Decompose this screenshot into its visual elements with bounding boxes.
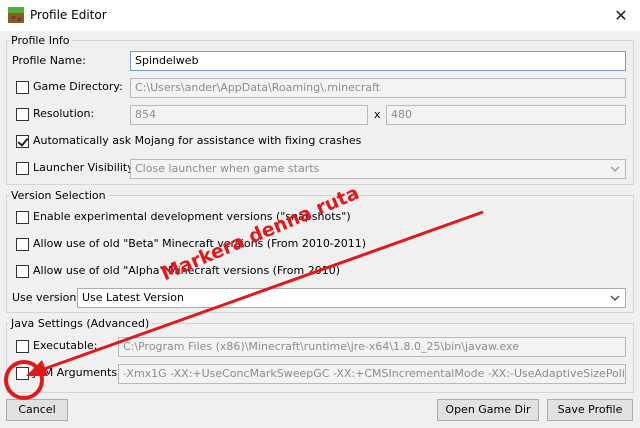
jvm-arguments-checkbox[interactable] bbox=[16, 367, 29, 380]
profile-name-input[interactable]: Spindelweb bbox=[130, 51, 626, 71]
window-title: Profile Editor bbox=[30, 8, 107, 22]
title-bar: Profile Editor ✕ bbox=[0, 0, 640, 31]
use-version-label: Use version: bbox=[12, 291, 81, 304]
open-game-dir-button[interactable]: Open Game Dir bbox=[437, 399, 539, 421]
launcher-visibility-select[interactable]: Close launcher when game starts bbox=[130, 159, 626, 179]
executable-label: Executable: bbox=[33, 339, 98, 352]
executable-input[interactable]: C:\Program Files (x86)\Minecraft\runtime… bbox=[118, 337, 626, 357]
auto-ask-mojang-label: Automatically ask Mojang for assistance … bbox=[33, 134, 362, 147]
use-version-value: Use Latest Version bbox=[82, 291, 184, 304]
minecraft-grass-block-icon bbox=[8, 7, 24, 23]
close-icon[interactable]: ✕ bbox=[608, 5, 634, 27]
chevron-down-icon bbox=[609, 163, 621, 175]
game-directory-input[interactable]: C:\Users\ander\AppData\Roaming\.minecraf… bbox=[130, 78, 626, 98]
resolution-height-input[interactable]: 480 bbox=[386, 105, 626, 125]
resolution-checkbox[interactable] bbox=[16, 108, 29, 121]
use-version-select[interactable]: Use Latest Version bbox=[77, 288, 626, 308]
game-directory-label: Game Directory: bbox=[33, 80, 123, 93]
resolution-label: Resolution: bbox=[33, 107, 95, 120]
profile-info-legend: Profile Info bbox=[11, 34, 70, 47]
jvm-arguments-label: JVM Arguments: bbox=[33, 366, 121, 379]
jvm-arguments-input[interactable]: -Xmx1G -XX:+UseConcMarkSweepGC -XX:+CMSI… bbox=[118, 364, 626, 384]
resolution-x-label: x bbox=[374, 108, 381, 121]
launcher-visibility-checkbox[interactable] bbox=[16, 162, 29, 175]
alpha-versions-checkbox[interactable] bbox=[16, 265, 29, 278]
beta-versions-checkbox[interactable] bbox=[16, 238, 29, 251]
launcher-visibility-label: Launcher Visibility: bbox=[33, 161, 137, 174]
profile-name-label: Profile Name: bbox=[12, 54, 86, 67]
cancel-button[interactable]: Cancel bbox=[6, 399, 68, 421]
snapshots-checkbox[interactable] bbox=[16, 211, 29, 224]
executable-checkbox[interactable] bbox=[16, 340, 29, 353]
java-settings-legend: Java Settings (Advanced) bbox=[11, 317, 150, 330]
launcher-visibility-value: Close launcher when game starts bbox=[135, 162, 320, 175]
resolution-width-input[interactable]: 854 bbox=[130, 105, 368, 125]
save-profile-button[interactable]: Save Profile bbox=[547, 399, 633, 421]
version-selection-legend: Version Selection bbox=[11, 189, 106, 202]
game-directory-checkbox[interactable] bbox=[16, 81, 29, 94]
auto-ask-mojang-checkbox[interactable] bbox=[16, 135, 29, 148]
chevron-down-icon bbox=[609, 292, 621, 304]
